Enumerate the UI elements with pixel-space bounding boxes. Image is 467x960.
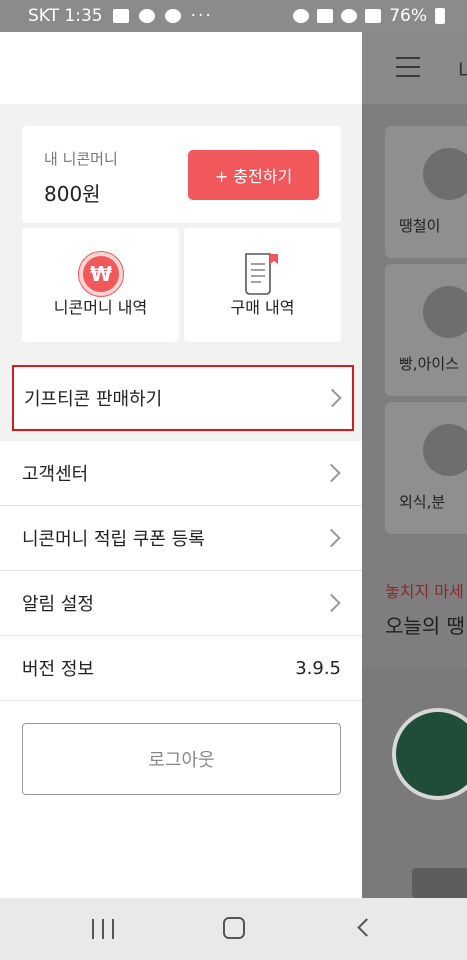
logout-section: 로그아웃	[0, 701, 362, 898]
coffee-cups-image	[412, 868, 467, 898]
back-icon[interactable]	[357, 918, 376, 937]
nicon-money-card: 내 니콘머니 800원 + 충전하기	[22, 126, 341, 223]
starbucks-logo[interactable]	[392, 708, 467, 800]
category-label: 땡철이	[399, 217, 441, 235]
battery-percent: 76%	[389, 6, 427, 26]
logout-button[interactable]: 로그아웃	[22, 723, 341, 795]
category-card[interactable]: 땡철이	[385, 126, 467, 258]
tile-label: 니콘머니 내역	[53, 298, 148, 317]
hd-voice-icon	[317, 9, 334, 23]
receipt-icon	[245, 253, 278, 295]
gallery-icon	[112, 9, 129, 23]
money-balance: 800원	[44, 182, 101, 206]
version-number: 3.9.5	[295, 657, 341, 679]
background-header: 나	[362, 32, 467, 104]
signal-icon	[365, 9, 382, 23]
menu-item-label: 알림 설정	[22, 594, 94, 615]
menu-item-label: 버전 정보	[22, 659, 94, 680]
alarm-icon	[293, 9, 310, 23]
notification-icon	[164, 9, 181, 23]
recent-apps-icon[interactable]	[92, 919, 114, 939]
dog-icon	[423, 148, 467, 200]
battery-icon	[435, 8, 445, 24]
fork-knife-icon	[423, 424, 467, 476]
more-notifications: ···	[190, 6, 213, 26]
charge-button[interactable]: + 충전하기	[188, 150, 319, 200]
won-icon: ₩	[79, 252, 123, 296]
status-bar: SKT 1:35 ··· 76%	[0, 0, 467, 32]
category-label: 외식,분	[399, 493, 446, 511]
money-label: 내 니콘머니	[44, 150, 118, 168]
drawer-header	[0, 32, 362, 104]
wifi-icon	[341, 9, 358, 23]
drawer-body: 내 니콘머니 800원 + 충전하기 ₩ 니콘머니 내역 구매 내역 기프티콘 …	[0, 104, 362, 898]
chevron-right-icon	[322, 463, 341, 483]
sell-gifticon-button[interactable]: 기프티콘 판매하기	[12, 365, 354, 431]
nicon-money-history-button[interactable]: ₩ 니콘머니 내역	[22, 228, 179, 342]
background-title: 나	[458, 54, 467, 86]
hamburger-icon[interactable]	[396, 57, 420, 77]
ice-cream-icon	[423, 286, 467, 338]
menu-item-notification-settings[interactable]: 알림 설정	[0, 571, 362, 636]
system-nav-bar	[0, 898, 467, 960]
category-label: 빵,아이스	[399, 355, 459, 373]
promo-text: 놓치지 마세	[385, 582, 464, 601]
settings-menu: 고객센터 니콘머니 적립 쿠폰 등록 알림 설정 버전 정보 3.9.5	[0, 441, 362, 701]
menu-item-customer-center[interactable]: 고객센터	[0, 441, 362, 506]
menu-item-label: 고객센터	[22, 464, 89, 485]
pill-icon	[138, 9, 155, 23]
category-card[interactable]: 외식,분	[385, 402, 467, 534]
product-area	[362, 668, 467, 898]
category-card[interactable]: 빵,아이스	[385, 264, 467, 396]
navigation-drawer: 내 니콘머니 800원 + 충전하기 ₩ 니콘머니 내역 구매 내역 기프티콘 …	[0, 32, 362, 898]
chevron-right-icon	[323, 388, 342, 408]
chevron-right-icon	[322, 528, 341, 548]
home-icon[interactable]	[223, 917, 245, 939]
menu-item-label: 니콘머니 적립 쿠폰 등록	[22, 529, 205, 550]
carrier-time: SKT 1:35	[28, 6, 103, 26]
section-title: 오늘의 땡	[385, 614, 465, 638]
menu-item-version-info: 버전 정보 3.9.5	[0, 636, 362, 701]
tile-label: 구매 내역	[230, 298, 295, 317]
purchase-history-button[interactable]: 구매 내역	[184, 228, 341, 342]
chevron-right-icon	[322, 593, 341, 613]
background-app: 나 땡철이 빵,아이스 외식,분 놓치지 마세 오늘의 땡	[362, 32, 467, 898]
sell-gifticon-label: 기프티콘 판매하기	[24, 389, 163, 410]
menu-item-coupon-register[interactable]: 니콘머니 적립 쿠폰 등록	[0, 506, 362, 571]
